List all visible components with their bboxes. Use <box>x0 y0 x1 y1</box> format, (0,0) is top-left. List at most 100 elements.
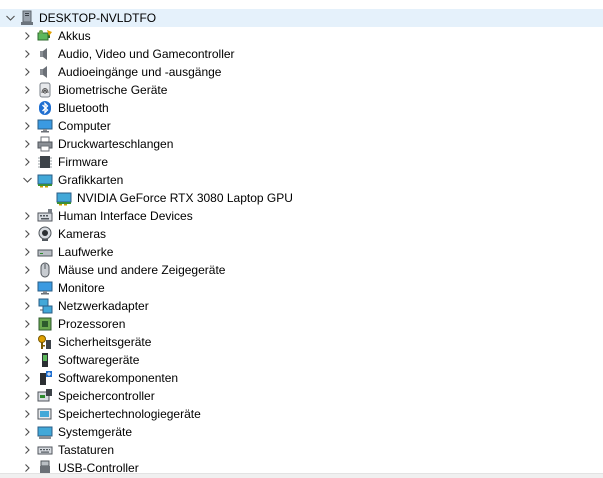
tree-item-human-interface-devices-label: Human Interface Devices <box>58 209 193 223</box>
chevron-right-icon[interactable] <box>20 243 34 261</box>
tree-root-label: DESKTOP-NVLDTFO <box>39 11 157 25</box>
chevron-right-icon[interactable] <box>20 405 34 423</box>
display-adapter-icon <box>37 172 53 188</box>
tree-item-monitore[interactable]: Monitore <box>0 279 603 297</box>
chevron-right-icon[interactable] <box>20 45 34 63</box>
chevron-right-icon[interactable] <box>20 369 34 387</box>
processor-icon <box>37 316 53 332</box>
tree-item-speichertechnologiegerate-label: Speichertechnologiegeräte <box>58 407 201 421</box>
storage-controller-icon <box>37 388 53 404</box>
monitor-icon <box>37 280 53 296</box>
chevron-right-icon[interactable] <box>20 81 34 99</box>
webcam-icon <box>37 226 53 242</box>
fingerprint-icon <box>37 82 53 98</box>
tree-item-bluetooth-label: Bluetooth <box>58 101 109 115</box>
tree-item-computer-label: Computer <box>58 119 111 133</box>
tree-item-prozessoren-label: Prozessoren <box>58 317 126 331</box>
drive-icon <box>37 244 53 260</box>
chevron-right-icon[interactable] <box>20 117 34 135</box>
network-icon <box>37 298 53 314</box>
tree-item-biometrische-gerate-label: Biometrische Geräte <box>58 83 168 97</box>
tree-device-nvidia-geforce-rtx-3080-laptop-gpu[interactable]: NVIDIA GeForce RTX 3080 Laptop GPU <box>0 189 603 207</box>
tree-item-speichertechnologiegerate[interactable]: Speichertechnologiegeräte <box>0 405 603 423</box>
security-key-icon <box>37 334 53 350</box>
tree-item-softwaregerate[interactable]: Softwaregeräte <box>0 351 603 369</box>
chevron-right-icon[interactable] <box>20 333 34 351</box>
tree-item-audioeingange-und-ausgange-label: Audioeingänge und -ausgänge <box>58 65 222 79</box>
chevron-right-icon[interactable] <box>20 315 34 333</box>
tree-item-softwaregerate-label: Softwaregeräte <box>58 353 140 367</box>
chevron-right-icon[interactable] <box>20 279 34 297</box>
chevron-right-icon[interactable] <box>20 261 34 279</box>
chevron-right-icon[interactable] <box>20 387 34 405</box>
chevron-right-icon[interactable] <box>20 153 34 171</box>
chevron-right-icon[interactable] <box>20 63 34 81</box>
tree-item-audioeingange-und-ausgange[interactable]: Audioeingänge und -ausgänge <box>0 63 603 81</box>
tree-item-speichercontroller[interactable]: Speichercontroller <box>0 387 603 405</box>
chevron-right-icon[interactable] <box>20 27 34 45</box>
chevron-right-icon[interactable] <box>20 441 34 459</box>
tree-item-firmware[interactable]: Firmware <box>0 153 603 171</box>
horizontal-scrollbar[interactable] <box>0 474 603 478</box>
software-component-icon <box>37 370 53 386</box>
tree-item-kameras[interactable]: Kameras <box>0 225 603 243</box>
tree-item-biometrische-gerate[interactable]: Biometrische Geräte <box>0 81 603 99</box>
chevron-right-icon[interactable] <box>20 207 34 225</box>
tree-item-bluetooth[interactable]: Bluetooth <box>0 99 603 117</box>
keyboard-icon <box>37 442 53 458</box>
chevron-down-icon[interactable] <box>20 171 34 189</box>
tree-item-grafikkarten-label: Grafikkarten <box>58 173 124 187</box>
chevron-right-icon[interactable] <box>20 351 34 369</box>
tree-item-softwarekomponenten-label: Softwarekomponenten <box>58 371 179 385</box>
tree-item-monitore-label: Monitore <box>58 281 105 295</box>
tree-item-audio-video-und-gamecontroller[interactable]: Audio, Video und Gamecontroller <box>0 45 603 63</box>
speaker-icon <box>37 46 53 62</box>
device-tree[interactable]: DESKTOP-NVLDTFO Akkus Audio, Video und Gam… <box>0 9 603 477</box>
chevron-right-icon[interactable] <box>20 297 34 315</box>
tree-item-systemgerate[interactable]: Systemgeräte <box>0 423 603 441</box>
tree-item-akkus-label: Akkus <box>58 29 91 43</box>
tree-item-human-interface-devices[interactable]: Human Interface Devices <box>0 207 603 225</box>
keyboard-hid-icon <box>37 208 53 224</box>
tree-item-netzwerkadapter-label: Netzwerkadapter <box>58 299 149 313</box>
software-device-icon <box>37 352 53 368</box>
tree-item-druckwarteschlangen-label: Druckwarteschlangen <box>58 137 174 151</box>
monitor-icon <box>37 118 53 134</box>
battery-icon <box>37 28 53 44</box>
tree-item-kameras-label: Kameras <box>58 227 107 241</box>
tree-item-laufwerke[interactable]: Laufwerke <box>0 243 603 261</box>
chevron-right-icon[interactable] <box>20 423 34 441</box>
bluetooth-icon <box>37 100 53 116</box>
tree-item-sicherheitsgerate[interactable]: Sicherheitsgeräte <box>0 333 603 351</box>
system-device-icon <box>37 424 53 440</box>
tree-item-speichercontroller-label: Speichercontroller <box>58 389 155 403</box>
tree-item-sicherheitsgerate-label: Sicherheitsgeräte <box>58 335 152 349</box>
tree-item-laufwerke-label: Laufwerke <box>58 245 114 259</box>
speaker-icon <box>37 64 53 80</box>
chevron-right-icon[interactable] <box>20 99 34 117</box>
tree-item-softwarekomponenten[interactable]: Softwarekomponenten <box>0 369 603 387</box>
tree-item-tastaturen-label: Tastaturen <box>58 443 115 457</box>
chevron-right-icon[interactable] <box>20 135 34 153</box>
tree-item-netzwerkadapter[interactable]: Netzwerkadapter <box>0 297 603 315</box>
chevron-down-icon[interactable] <box>3 9 17 27</box>
storage-tech-icon <box>37 406 53 422</box>
tree-item-systemgerate-label: Systemgeräte <box>58 425 133 439</box>
tree-item-grafikkarten[interactable]: Grafikkarten <box>0 171 603 189</box>
tree-root[interactable]: DESKTOP-NVLDTFO <box>0 9 603 27</box>
computer-tower-icon <box>19 10 35 26</box>
tree-item-computer[interactable]: Computer <box>0 117 603 135</box>
tree-item-audio-video-und-gamecontroller-label: Audio, Video und Gamecontroller <box>58 47 235 61</box>
tree-item-druckwarteschlangen[interactable]: Druckwarteschlangen <box>0 135 603 153</box>
tree-item-mause-und-andere-zeigegerate-label: Mäuse und andere Zeigegeräte <box>58 263 226 277</box>
tree-item-prozessoren[interactable]: Prozessoren <box>0 315 603 333</box>
tree-item-tastaturen[interactable]: Tastaturen <box>0 441 603 459</box>
chevron-right-icon[interactable] <box>20 225 34 243</box>
tree-item-firmware-label: Firmware <box>58 155 108 169</box>
printer-icon <box>37 136 53 152</box>
tree-item-akkus[interactable]: Akkus <box>0 27 603 45</box>
chip-icon <box>37 154 53 170</box>
tree-item-mause-und-andere-zeigegerate[interactable]: Mäuse und andere Zeigegeräte <box>0 261 603 279</box>
display-adapter-icon <box>56 190 72 206</box>
mouse-icon <box>37 262 53 278</box>
